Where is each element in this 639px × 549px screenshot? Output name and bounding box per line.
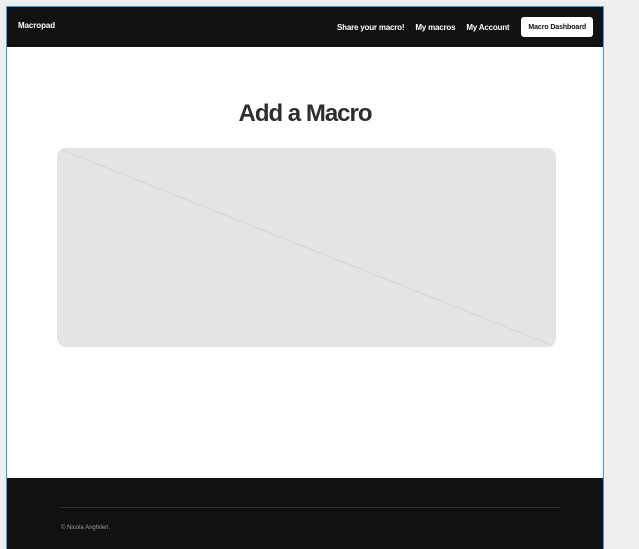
nav-link-my-account[interactable]: My Account	[466, 23, 509, 32]
nav-link-my-macros[interactable]: My macros	[415, 23, 455, 32]
footer-copyright: © Nicola Anghileri.	[61, 525, 111, 531]
footer-divider	[61, 507, 561, 508]
page-title: Add a Macro	[238, 100, 372, 127]
brand-logo[interactable]: Macropad	[18, 21, 55, 30]
macro-dashboard-button[interactable]: Macro Dashboard	[521, 17, 593, 37]
placeholder-diagonal-line	[57, 148, 556, 347]
page-footer: © Nicola Anghileri.	[7, 478, 603, 549]
nav-link-share-macro[interactable]: Share your macro!	[337, 23, 404, 32]
nav-links: Share your macro! My macros My Account M…	[326, 17, 593, 37]
top-navbar: Macropad Share your macro! My macros My …	[7, 7, 603, 47]
browser-frame: Macropad Share your macro! My macros My …	[6, 6, 604, 549]
image-placeholder	[57, 148, 556, 347]
